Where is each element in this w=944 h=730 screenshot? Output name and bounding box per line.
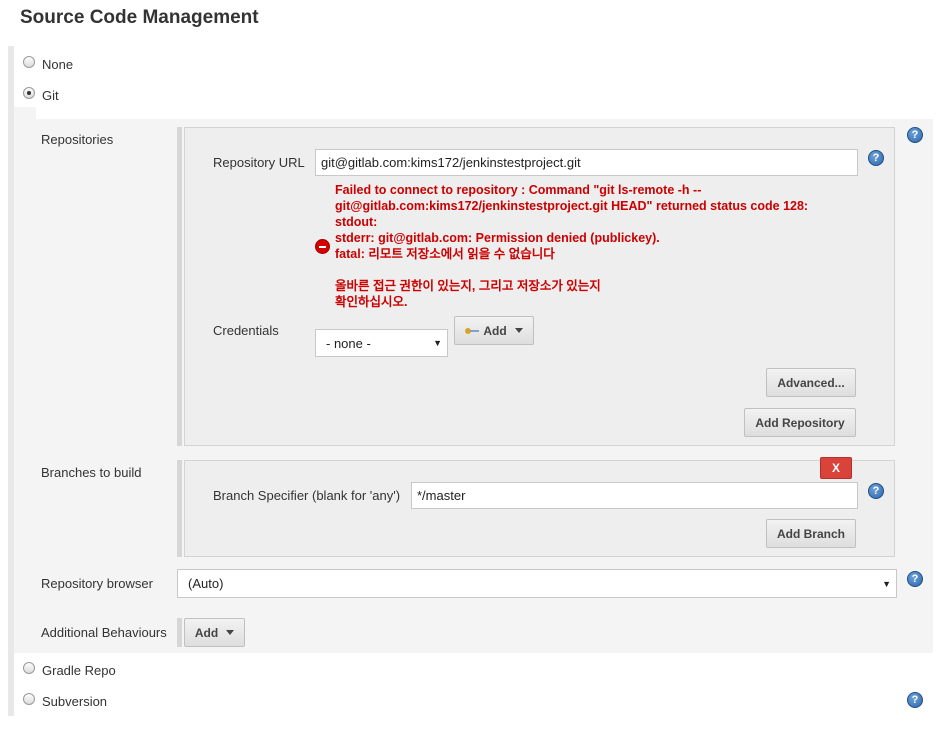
repositories-bar	[177, 127, 182, 446]
radio-subversion-label[interactable]: Subversion	[42, 694, 107, 709]
repository-url-label: Repository URL	[213, 155, 305, 170]
repository-browser-help-icon[interactable]: ?	[907, 571, 923, 587]
radio-gradle-label[interactable]: Gradle Repo	[42, 663, 116, 678]
add-repository-button[interactable]: Add Repository	[744, 408, 856, 437]
error-line: Failed to connect to repository : Comman…	[335, 183, 702, 197]
radio-git[interactable]	[23, 87, 35, 99]
behaviours-bar	[177, 618, 182, 647]
dropdown-arrow-icon: ▼	[882, 578, 891, 589]
branch-specifier-input[interactable]: */master	[411, 482, 858, 509]
error-line: git@gitlab.com:kims172/jenkinstestprojec…	[335, 199, 809, 213]
branches-label: Branches to build	[41, 465, 142, 480]
caret-down-icon	[226, 630, 235, 635]
repositories-label: Repositories	[41, 132, 114, 147]
error-line: stderr: git@gitlab.com: Permission denie…	[335, 231, 660, 245]
caret-down-icon	[514, 328, 523, 333]
add-credentials-button[interactable]: Add	[454, 316, 534, 345]
repository-browser-label: Repository browser	[41, 576, 153, 591]
error-line: fatal: 리모트 저장소에서 읽을 수 없습니다	[335, 247, 555, 261]
branch-specifier-help-icon[interactable]: ?	[868, 483, 884, 499]
advanced-button[interactable]: Advanced...	[766, 368, 856, 397]
branch-specifier-label: Branch Specifier (blank for 'any')	[213, 488, 401, 503]
repository-browser-value: (Auto)	[188, 576, 224, 591]
repository-browser-select[interactable]: (Auto) ▼	[177, 569, 897, 598]
dropdown-arrow-icon: ▼	[433, 338, 442, 348]
error-line: 올바른 접근 권한이 있는지, 그리고 저장소가 있는지	[335, 279, 601, 293]
credentials-select-value: - none -	[326, 335, 371, 351]
add-behaviour-button[interactable]: Add	[184, 618, 245, 647]
error-line: stdout:	[335, 215, 378, 229]
radio-subversion[interactable]	[23, 693, 35, 705]
repositories-help-icon[interactable]: ?	[907, 127, 923, 143]
delete-branch-button[interactable]: X	[820, 457, 852, 479]
radio-gradle[interactable]	[23, 662, 35, 674]
radio-git-label[interactable]: Git	[42, 88, 59, 103]
radio-none[interactable]	[23, 56, 35, 68]
subversion-help-icon[interactable]: ?	[907, 692, 923, 708]
add-branch-button[interactable]: Add Branch	[766, 519, 856, 548]
error-icon	[315, 239, 330, 254]
repository-url-input[interactable]: git@gitlab.com:kims172/jenkinstestprojec…	[315, 149, 858, 176]
section-title: Source Code Management	[20, 7, 259, 28]
add-credentials-label: Add	[483, 323, 507, 338]
repository-url-help-icon[interactable]: ?	[868, 150, 884, 166]
additional-behaviours-label: Additional Behaviours	[41, 625, 167, 640]
error-line: 확인하십시오.	[335, 295, 408, 309]
radio-none-label[interactable]: None	[42, 57, 73, 72]
branches-bar	[177, 460, 182, 557]
credentials-select[interactable]: - none - ▼	[315, 329, 448, 357]
credentials-label: Credentials	[213, 323, 279, 338]
add-behaviour-label: Add	[194, 625, 219, 640]
key-icon	[465, 327, 480, 335]
error-line	[335, 262, 855, 278]
error-message: Failed to connect to repository : Comman…	[335, 182, 855, 310]
